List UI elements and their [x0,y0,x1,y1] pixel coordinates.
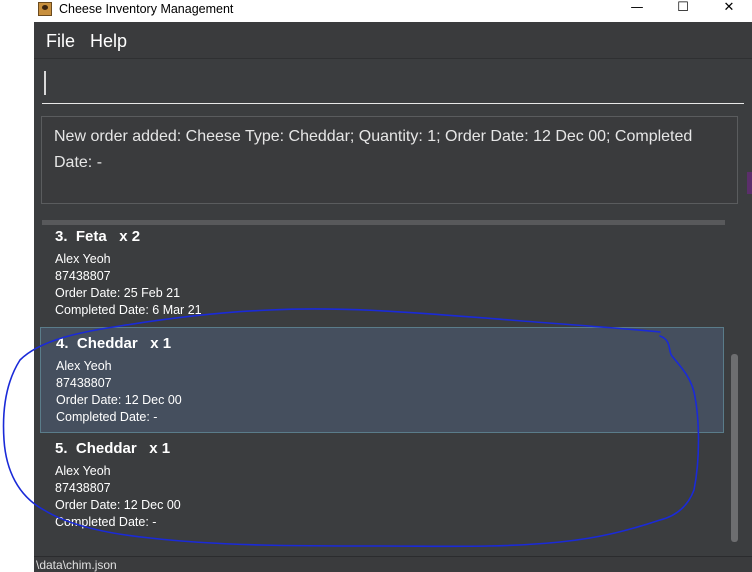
text-caret [44,71,46,95]
order-index: 3. [55,228,68,245]
menu-file[interactable]: File [46,30,75,52]
order-cheese-type: Feta [75,228,107,245]
order-date: Order Date: 12 Dec 00 [55,498,181,512]
order-quantity: x 2 [119,228,141,245]
order-completed-date: Completed Date: - [56,410,158,424]
close-icon: ✕ [723,0,735,15]
command-input[interactable] [42,63,744,104]
order-quantity: x 1 [149,440,171,457]
close-button[interactable]: ✕ [706,0,752,20]
order-card[interactable]: 3. Feta x 2 Alex Yeoh 87438807 Order Dat… [40,225,724,327]
menu-bar: File Help [34,22,752,59]
order-list[interactable]: 3. Feta x 2 Alex Yeoh 87438807 Order Dat… [40,225,726,555]
order-phone: 87438807 [55,481,111,495]
order-completed-date: Completed Date: 6 Mar 21 [55,303,202,317]
data-file-path: \data\chim.json [36,558,117,572]
maximize-button[interactable]: ☐ [660,0,706,20]
result-scroll-indicator [747,172,752,194]
order-completed-date: Completed Date: - [55,515,157,529]
order-date: Order Date: 25 Feb 21 [55,286,181,300]
order-list-panel: 3. Feta x 2 Alex Yeoh 87438807 Order Dat… [34,212,752,555]
order-title: 4. Cheddar x 1 [56,335,171,353]
order-card-selected[interactable]: 4. Cheddar x 1 Alex Yeoh 87438807 Order … [40,327,724,433]
order-customer: Alex Yeoh [55,464,111,478]
order-customer: Alex Yeoh [55,252,111,266]
minimize-icon: — [630,0,644,15]
minimize-button[interactable]: — [614,0,660,20]
app-icon [38,2,52,16]
result-message: New order added: Cheese Type: Cheddar; Q… [54,128,693,171]
command-box [34,59,752,107]
order-date: Order Date: 12 Dec 00 [56,393,182,407]
result-display: New order added: Cheese Type: Cheddar; Q… [41,116,738,204]
order-title: 3. Feta x 2 [55,228,140,246]
order-index: 4. [56,335,69,352]
window-title: Cheese Inventory Management [59,2,234,16]
menu-help[interactable]: Help [90,30,127,52]
order-quantity: x 1 [150,335,172,352]
order-title: 5. Cheddar x 1 [55,440,170,458]
order-customer: Alex Yeoh [56,359,112,373]
app-window: File Help New order added: Cheese Type: … [34,22,752,572]
order-cheese-type: Cheddar [76,335,138,352]
desktop-background [0,22,34,571]
order-phone: 87438807 [56,376,112,390]
status-bar: \data\chim.json [34,556,752,572]
order-index: 5. [55,440,68,457]
order-card[interactable]: 5. Cheddar x 1 Alex Yeoh 87438807 Order … [40,433,724,539]
list-scrollbar-thumb[interactable] [731,354,738,542]
maximize-icon: ☐ [677,0,689,15]
order-phone: 87438807 [55,269,111,283]
title-bar: Cheese Inventory Management — ☐ ✕ [0,0,752,22]
order-cheese-type: Cheddar [75,440,137,457]
